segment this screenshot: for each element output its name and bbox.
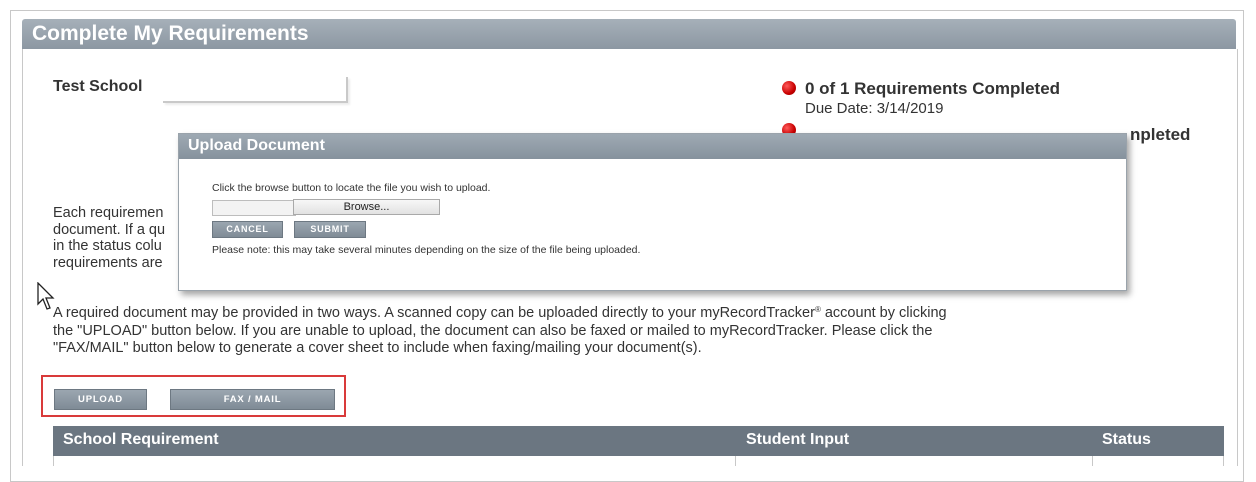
- due-date-text: Due Date: 3/14/2019: [805, 100, 944, 117]
- upload-info-line-1: A required document may be provided in t…: [53, 305, 947, 321]
- file-path-input[interactable]: [212, 200, 296, 216]
- dialog-note: Please note: this may take several minut…: [212, 244, 641, 256]
- requirements-completed-text: 0 of 1 Requirements Completed: [805, 79, 1061, 98]
- upload-button[interactable]: UPLOAD: [54, 389, 147, 410]
- upload-info-text: A required document may be provided in t…: [53, 305, 1153, 358]
- upload-info-line-2: the "UPLOAD" button below. If you are un…: [53, 322, 933, 339]
- upload-document-dialog: Upload Document Click the browse button …: [178, 133, 1127, 291]
- submit-button[interactable]: SUBMIT: [294, 221, 366, 238]
- fax-mail-button[interactable]: FAX / MAIL: [170, 389, 335, 410]
- dialog-header: Upload Document: [179, 134, 1126, 159]
- section-header: Complete My Requirements: [22, 19, 1236, 49]
- dialog-title: Upload Document: [188, 137, 325, 154]
- column-header-student-input[interactable]: Student Input: [746, 431, 849, 449]
- section-title: Complete My Requirements: [32, 22, 309, 45]
- column-header-school-requirement[interactable]: School Requirement: [63, 431, 219, 449]
- browse-button[interactable]: Browse...: [293, 199, 440, 215]
- mouse-pointer-icon: [37, 282, 55, 310]
- requirements-completed-text-2: npleted: [1130, 125, 1191, 144]
- column-header-status[interactable]: Status: [1102, 431, 1151, 449]
- requirements-table-header: School Requirement Student Input Status: [53, 426, 1224, 456]
- column-divider: [1092, 456, 1093, 466]
- school-label: Test School: [53, 78, 143, 95]
- school-value-field: [163, 77, 348, 103]
- cancel-button[interactable]: CANCEL: [212, 221, 283, 238]
- table-row: [53, 456, 1224, 466]
- column-divider: [735, 456, 736, 466]
- dialog-instruction: Click the browse button to locate the fi…: [212, 182, 491, 194]
- status-indicator-icon: [782, 81, 796, 95]
- upload-info-line-3: "FAX/MAIL" button below to generate a co…: [53, 340, 702, 356]
